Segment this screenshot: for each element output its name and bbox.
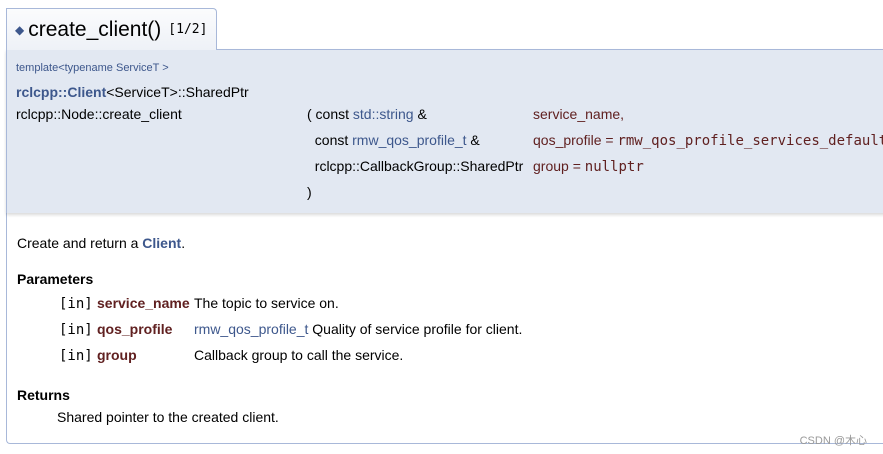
brief-client-link[interactable]: Client [142,235,181,251]
brief-description: Create and return a Client. [17,235,186,251]
returns-description: Shared pointer to the created client. [57,409,279,425]
param-name: qos_profile [97,321,173,337]
member-prototype: template<typename ServiceT > rclcpp::Cli… [6,49,883,213]
watermark: CSDN @木心 [799,435,867,447]
param-description: Callback group to call the service. [194,347,404,363]
param-name-service-name: service_name, [533,106,625,122]
member-documentation: Create and return a Client. Parameters [… [6,213,883,444]
param-default-qos: rmw_qos_profile_services_default [617,133,883,149]
diamond-bullet-icon: ◆ [15,22,25,37]
parameters-heading: Parameters [17,271,94,287]
std-string-link[interactable]: std::string [353,106,414,122]
param-name-group: group = nullptr [533,158,644,175]
param-name: group [97,347,137,363]
param-default-group: nullptr [584,159,644,175]
doc-param-group: [in] group Callback group to call the se… [59,347,403,369]
template-declaration: template<typename ServiceT > [16,62,169,74]
param-direction: [in] [59,348,93,364]
return-type: rclcpp::Client<ServiceT>::SharedPtr [16,84,249,100]
param-description: The topic to service on. [194,295,339,311]
doc-param-service-name: [in] service_name The topic to service o… [59,295,339,317]
return-type-rest: <ServiceT>::SharedPtr [106,84,249,100]
param-direction: [in] [59,322,93,338]
function-qualified-name: rclcpp::Node::create_client [16,106,182,122]
param-name: service_name [97,295,190,311]
param-name-qos-profile: qos_profile = rmw_qos_profile_services_d… [533,132,883,149]
client-class-link[interactable]: rclcpp::Client [16,84,106,100]
rmw-qos-profile-t-doc-link[interactable]: rmw_qos_profile_t [194,321,308,337]
doc-param-qos-profile: [in] qos_profile rmw_qos_profile_t Quali… [59,321,522,343]
returns-heading: Returns [17,387,70,403]
param-description: rmw_qos_profile_t Quality of service pro… [194,321,523,337]
function-title: create_client() [28,17,162,41]
param-direction: [in] [59,296,93,312]
rmw-qos-profile-t-link[interactable]: rmw_qos_profile_t [352,132,466,148]
overload-indicator: [1/2] [168,22,208,37]
member-title-tab: ◆ create_client() [1/2] [6,8,217,50]
